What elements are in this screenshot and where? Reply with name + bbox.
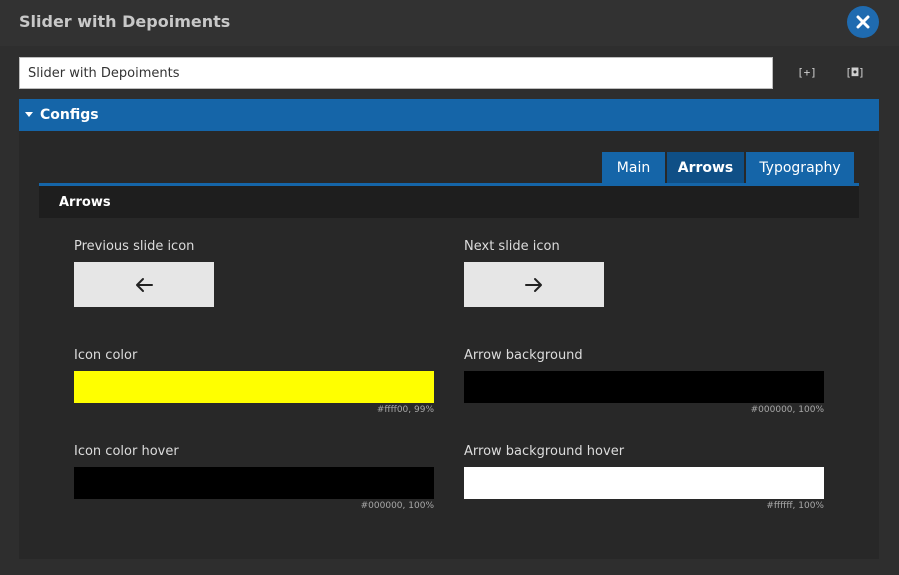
close-button[interactable] — [847, 6, 879, 38]
arrows-subheader: Arrows — [39, 186, 859, 218]
expand-button[interactable]: [+] — [797, 64, 817, 82]
arrow-bg-swatch[interactable] — [464, 371, 824, 403]
arrow-bg-hover-value: #ffffff, 100% — [766, 501, 824, 511]
icon-color-hover-swatch[interactable] — [74, 467, 434, 499]
icon-color-value: #ffff00, 99% — [376, 405, 434, 415]
caret-down-icon — [25, 112, 33, 117]
arrow-bg-value: #000000, 100% — [750, 405, 824, 415]
configs-section-header[interactable]: Configs — [19, 99, 879, 131]
section-label: Configs — [40, 107, 99, 123]
tab-typography[interactable]: Typography — [746, 152, 854, 183]
title-bar: Slider with Depoiments — [0, 0, 899, 46]
arrow-right-icon — [525, 277, 542, 292]
close-icon — [856, 15, 870, 29]
icon-color-hover-label: Icon color hover — [74, 444, 179, 459]
arrow-bg-hover-label: Arrow background hover — [464, 444, 625, 459]
prev-icon-label: Previous slide icon — [74, 239, 195, 254]
next-icon-label: Next slide icon — [464, 239, 560, 254]
tab-bar: Main Arrows Typography — [602, 152, 854, 184]
arrow-bg-hover-swatch[interactable] — [464, 467, 824, 499]
name-input[interactable] — [19, 57, 773, 89]
tab-main[interactable]: Main — [602, 152, 665, 183]
prev-icon-picker[interactable] — [74, 262, 214, 307]
icon-color-swatch[interactable] — [74, 371, 434, 403]
inspect-button[interactable]: [◘] — [845, 64, 865, 82]
arrow-bg-label: Arrow background — [464, 348, 583, 363]
arrows-heading: Arrows — [59, 195, 111, 210]
icon-color-hover-value: #000000, 100% — [360, 501, 434, 511]
window-title: Slider with Depoiments — [19, 12, 231, 31]
tab-arrows[interactable]: Arrows — [667, 152, 744, 183]
next-icon-picker[interactable] — [464, 262, 604, 307]
icon-color-label: Icon color — [74, 348, 138, 363]
arrow-left-icon — [136, 277, 153, 292]
